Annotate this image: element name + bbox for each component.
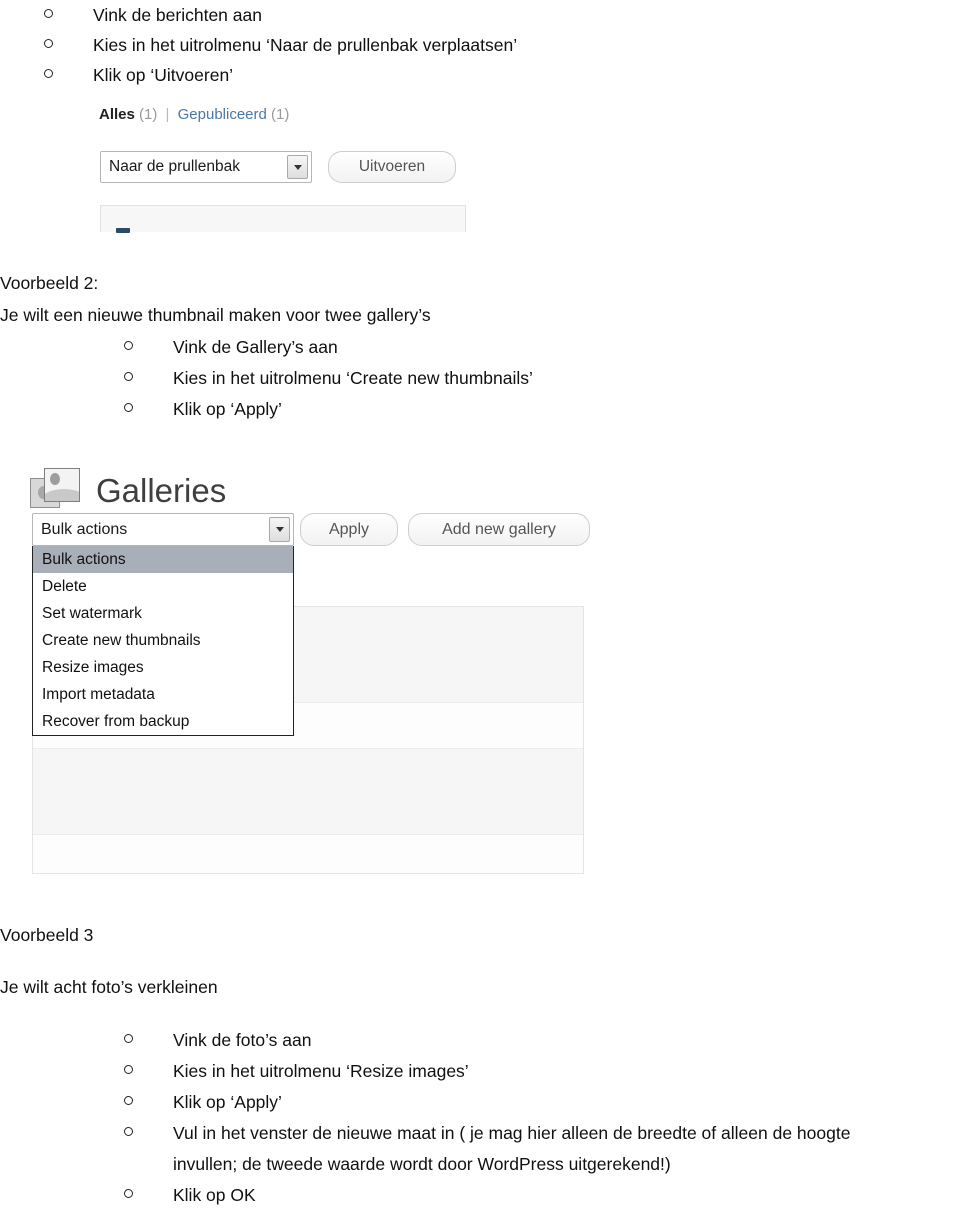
galleries-apply-button-label: Apply: [328, 520, 370, 538]
list-item: Klik op ‘Uitvoeren’: [44, 60, 233, 91]
chevron-down-icon[interactable]: [287, 155, 308, 179]
gallery-images-icon: [30, 468, 82, 514]
view-published-count: (1): [271, 106, 290, 123]
list-item-label: Klik op OK: [173, 1185, 256, 1205]
page-title: Galleries: [96, 472, 227, 509]
posts-table-header-strip: [100, 205, 466, 232]
dropdown-option-resize-images[interactable]: Resize images: [33, 654, 293, 681]
list-item-label: Vink de Gallery’s aan: [173, 337, 338, 357]
list-item-label: Kies in het uitrolmenu ‘Resize images’: [173, 1061, 469, 1081]
dropdown-option-create-new-thumbnails[interactable]: Create new thumbnails: [33, 627, 293, 654]
list-item: Klik op OK: [124, 1180, 256, 1211]
bullet-icon: [124, 341, 133, 350]
add-new-gallery-button-label: Add new gallery: [442, 520, 556, 538]
posts-apply-button-label: Uitvoeren: [358, 158, 426, 175]
example2-heading: Voorbeeld 2:: [0, 273, 99, 293]
bullet-icon: [124, 403, 133, 412]
dropdown-option-set-watermark[interactable]: Set watermark: [33, 600, 293, 627]
list-item-label: Vul in het venster de nieuwe maat in ( j…: [173, 1123, 851, 1143]
list-item-label: Kies in het uitrolmenu ‘Create new thumb…: [173, 368, 533, 388]
view-separator: |: [165, 106, 170, 123]
dropdown-option-import-metadata[interactable]: Import metadata: [33, 681, 293, 708]
bullet-icon: [44, 9, 53, 18]
list-item: Klik op ‘Apply’: [124, 394, 282, 425]
bullet-icon: [44, 39, 53, 48]
list-item: Vink de foto’s aan: [124, 1025, 312, 1056]
dropdown-option-delete[interactable]: Delete: [33, 573, 293, 600]
bullet-icon: [124, 372, 133, 381]
bullet-icon: [124, 1096, 133, 1105]
galleries-bulk-action-dropdown[interactable]: Bulk actions Delete Set watermark Create…: [32, 546, 294, 736]
list-item-label: Vink de foto’s aan: [173, 1030, 312, 1050]
galleries-apply-button[interactable]: Apply: [300, 513, 398, 546]
add-new-gallery-button[interactable]: Add new gallery: [408, 513, 590, 546]
galleries-bulk-action-select[interactable]: Bulk actions: [32, 513, 294, 546]
list-item: Vul in het venster de nieuwe maat in ( j…: [124, 1118, 850, 1149]
screenshot-posts-bulk-actions: Alles (1) | Gepubliceerd (1) Naar de pru…: [96, 106, 469, 233]
dropdown-option-bulk-actions[interactable]: Bulk actions: [33, 546, 293, 573]
list-item-label: Vink de berichten aan: [93, 5, 262, 25]
list-item-continuation: invullen; de tweede waarde wordt door Wo…: [173, 1154, 671, 1174]
list-item: Kies in het uitrolmenu ‘Naar de prullenb…: [44, 30, 517, 61]
view-all-count: (1): [139, 106, 158, 123]
example3-heading: Voorbeeld 3: [0, 925, 94, 945]
list-item: Klik op ‘Apply’: [124, 1087, 282, 1118]
galleries-page-header: Galleries: [30, 468, 226, 514]
example2-intro: Je wilt een nieuwe thumbnail maken voor …: [0, 305, 431, 325]
view-all-label[interactable]: Alles: [99, 106, 135, 123]
bullet-icon: [124, 1065, 133, 1074]
table-row[interactable]: [33, 749, 583, 835]
list-item: Vink de Gallery’s aan: [124, 332, 338, 363]
posts-select-all-checkbox[interactable]: [116, 228, 130, 233]
dropdown-option-recover-from-backup[interactable]: Recover from backup: [33, 708, 293, 735]
list-item-label: Klik op ‘Apply’: [173, 1092, 282, 1112]
list-item: Vink de berichten aan: [44, 0, 262, 31]
posts-apply-button[interactable]: Uitvoeren: [328, 151, 456, 183]
list-item-label: Klik op ‘Apply’: [173, 399, 282, 419]
bullet-icon: [124, 1034, 133, 1043]
list-item: Kies in het uitrolmenu ‘Resize images’: [124, 1056, 469, 1087]
post-views-filter: Alles (1) | Gepubliceerd (1): [99, 106, 289, 123]
example3-intro: Je wilt acht foto’s verkleinen: [0, 977, 218, 997]
bullet-icon: [124, 1189, 133, 1198]
list-item-label: Kies in het uitrolmenu ‘Naar de prullenb…: [93, 35, 518, 55]
bullet-icon: [44, 69, 53, 78]
list-item-label: Klik op ‘Uitvoeren’: [93, 65, 234, 85]
table-row[interactable]: [33, 835, 583, 873]
posts-bulk-action-value: Naar de prullenbak: [109, 158, 240, 175]
posts-bulk-action-select[interactable]: Naar de prullenbak: [100, 151, 312, 183]
list-item: Kies in het uitrolmenu ‘Create new thumb…: [124, 363, 533, 394]
view-published-label[interactable]: Gepubliceerd: [178, 106, 267, 123]
galleries-bulk-action-value: Bulk actions: [41, 520, 128, 538]
screenshot-galleries-bulk-actions: Galleries Bulk actions Apply Add new gal…: [28, 468, 590, 876]
chevron-down-icon[interactable]: [269, 517, 290, 542]
bullet-icon: [124, 1127, 133, 1136]
